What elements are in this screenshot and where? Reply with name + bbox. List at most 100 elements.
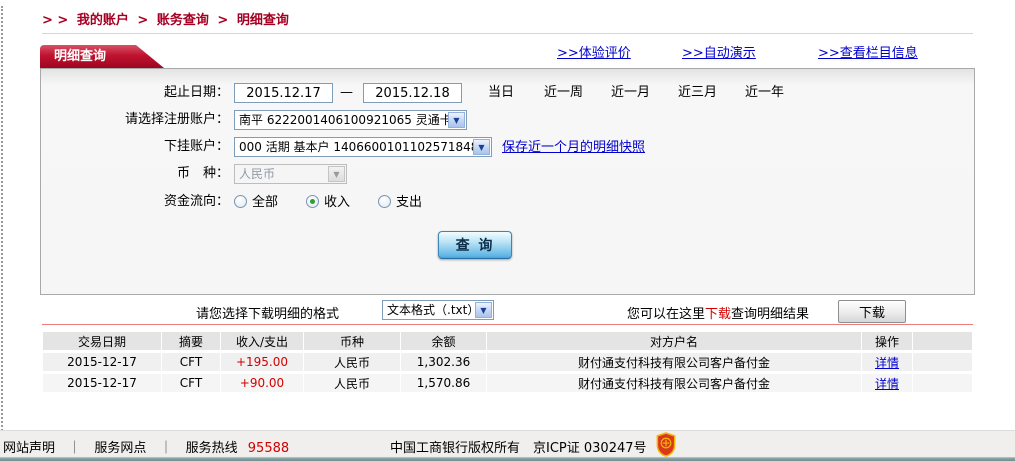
radio-income-checked-icon[interactable] — [306, 194, 320, 208]
currency-row: 币 种： 人民币 ▼ — [41, 163, 974, 185]
breadcrumb: > > 我的账户 > 账务查询 > 明细查询 — [42, 9, 293, 28]
quick-range-week[interactable]: 近一周 — [544, 82, 583, 104]
detail-link[interactable]: 详情 — [875, 356, 899, 370]
footer-hotline-number: 95588 — [247, 441, 290, 456]
flow-option-income-label: 收入 — [324, 194, 351, 210]
link-experience-rating[interactable]: >>体验评价 — [557, 42, 631, 61]
currency-label: 币 种： — [176, 166, 229, 181]
flow-option-expense-label: 支出 — [396, 194, 423, 210]
col-header-counterparty: 对方户名 — [487, 332, 861, 350]
breadcrumb-item-detail-query: 明细查询 — [236, 13, 289, 28]
sub-account-label: 下挂账户： — [163, 139, 229, 154]
currency-select-disabled: 人民币 ▼ — [234, 164, 347, 184]
cell-summary: CFT — [162, 353, 220, 371]
quick-range-3months[interactable]: 近三月 — [678, 82, 717, 104]
register-account-row: 请选择注册账户： 南平 6222001406100921065 灵通卡 ▼ — [41, 109, 974, 131]
cell-date: 2015-12-17 — [43, 353, 161, 371]
query-form-panel: 起止日期： — 当日 近一周 近一月 近三月 近一年 请选择注册账户： 南平 622… — [40, 68, 975, 295]
sub-account-row: 下挂账户： 000 活期 基本户 1406600101102571848 ▼ 保存近一… — [41, 136, 974, 158]
register-account-value: 南平 6222001406100921065 灵通卡 — [239, 113, 452, 127]
date-range-row: 起止日期： — 当日 近一周 近一月 近三月 近一年 — [41, 82, 974, 104]
flow-option-expense[interactable]: 支出 — [378, 194, 423, 210]
quick-range-year[interactable]: 近一年 — [745, 82, 784, 104]
cell-date: 2015-12-17 — [43, 374, 161, 392]
quick-range-today[interactable]: 当日 — [488, 82, 514, 104]
chevron-down-icon: ▼ — [473, 139, 490, 155]
cell-summary: CFT — [162, 374, 220, 392]
table-row: 2015-12-17 CFT +90.00 人民币 1,570.86 财付通支付… — [43, 374, 972, 392]
download-hint-before: 您可以在这里 — [627, 307, 706, 322]
cell-amount: +195.00 — [221, 353, 303, 371]
detail-link[interactable]: 详情 — [875, 377, 899, 391]
link-view-column-info[interactable]: >>查看栏目信息 — [818, 42, 918, 61]
radio-all-icon[interactable] — [234, 194, 247, 208]
footer-link-statement[interactable]: 网站声明 — [3, 441, 55, 456]
date-range-label: 起止日期： — [163, 85, 229, 100]
breadcrumb-item-my-account[interactable]: 我的账户 — [77, 13, 129, 28]
police-badge-icon — [656, 432, 676, 457]
transaction-table: 交易日期 摘要 收入/支出 币种 余额 对方户名 操作 2015-12-17 C… — [42, 329, 973, 395]
table-row: 2015-12-17 CFT +195.00 人民币 1,302.36 财付通支… — [43, 353, 972, 371]
cell-counterparty: 财付通支付科技有限公司客户备付金 — [487, 374, 861, 392]
register-account-select[interactable]: 南平 6222001406100921065 灵通卡 ▼ — [234, 110, 467, 130]
flow-direction-label: 资金流向： — [163, 194, 229, 209]
col-header-action: 操作 — [862, 332, 912, 350]
cell-amount: +90.00 — [221, 374, 303, 392]
header-divider — [42, 33, 973, 34]
red-divider — [42, 324, 973, 325]
breadcrumb-separator: > — [217, 13, 229, 28]
quick-range-month[interactable]: 近一月 — [611, 82, 650, 104]
download-format-label: 请您选择下载明细的格式 — [196, 307, 340, 322]
breadcrumb-separator: > — [137, 13, 149, 28]
cell-balance: 1,570.86 — [401, 374, 486, 392]
download-format-value: 文本格式（.txt） — [387, 303, 480, 317]
register-account-label: 请选择注册账户： — [124, 112, 229, 127]
flow-direction-row: 资金流向： 全部 收入 支出 — [41, 191, 974, 213]
flow-option-income[interactable]: 收入 — [306, 194, 351, 210]
download-button[interactable]: 下载 — [838, 300, 906, 323]
footer-bottom-bar — [0, 457, 1015, 461]
cell-currency: 人民币 — [304, 374, 400, 392]
date-to-input[interactable] — [363, 83, 462, 103]
chevron-down-icon: ▼ — [328, 166, 345, 182]
footer: 网站声明 ｜ 服务网点 ｜ 服务热线 95588 中国工商银行版权所有 京ICP… — [0, 430, 1015, 457]
cell-filler — [913, 353, 972, 371]
cell-counterparty: 财付通支付科技有限公司客户备付金 — [487, 353, 861, 371]
query-button[interactable]: 查 询 — [438, 231, 512, 259]
date-range-dash: — — [340, 85, 353, 100]
download-hint-after: 查询明细结果 — [731, 307, 810, 322]
flow-option-all-label: 全部 — [252, 194, 279, 210]
breadcrumb-item-account-query[interactable]: 账务查询 — [157, 13, 209, 28]
col-header-amount: 收入/支出 — [221, 332, 303, 350]
table-header-row: 交易日期 摘要 收入/支出 币种 余额 对方户名 操作 — [43, 332, 972, 350]
sub-account-select[interactable]: 000 活期 基本户 1406600101102571848 ▼ — [234, 137, 492, 157]
chevron-down-icon: ▼ — [475, 302, 492, 318]
cell-currency: 人民币 — [304, 353, 400, 371]
footer-links: 网站声明 ｜ 服务网点 ｜ 服务热线 95588 — [3, 437, 289, 456]
sub-account-value: 000 活期 基本户 1406600101102571848 — [239, 140, 479, 154]
footer-separator: ｜ — [68, 441, 82, 456]
download-format-select[interactable]: 文本格式（.txt） ▼ — [382, 300, 494, 320]
download-hint-link[interactable]: 下载 — [705, 307, 731, 322]
currency-value: 人民币 — [239, 167, 276, 181]
footer-separator: ｜ — [159, 441, 173, 456]
cell-filler — [913, 374, 972, 392]
download-hint: 您可以在这里下载查询明细结果 — [627, 303, 809, 322]
save-snapshot-link[interactable]: 保存近一个月的明细快照 — [502, 140, 645, 155]
col-header-date: 交易日期 — [43, 332, 161, 350]
footer-copyright: 中国工商银行版权所有 京ICP证 030247号 — [390, 441, 647, 456]
chevron-down-icon: ▼ — [448, 112, 465, 128]
cell-balance: 1,302.36 — [401, 353, 486, 371]
left-dotted-border — [1, 6, 3, 454]
link-auto-demo[interactable]: >>自动演示 — [682, 42, 756, 61]
footer-hotline-label: 服务热线 — [185, 441, 238, 456]
footer-link-branches[interactable]: 服务网点 — [94, 441, 146, 456]
col-header-filler — [913, 332, 972, 350]
flow-option-all[interactable]: 全部 — [234, 194, 279, 210]
col-header-balance: 余额 — [401, 332, 486, 350]
radio-expense-icon[interactable] — [378, 194, 392, 208]
date-from-input[interactable] — [234, 83, 333, 103]
col-header-summary: 摘要 — [162, 332, 220, 350]
tab-detail-query[interactable]: 明细查询 — [40, 45, 164, 68]
breadcrumb-prefix: > > — [42, 13, 69, 28]
